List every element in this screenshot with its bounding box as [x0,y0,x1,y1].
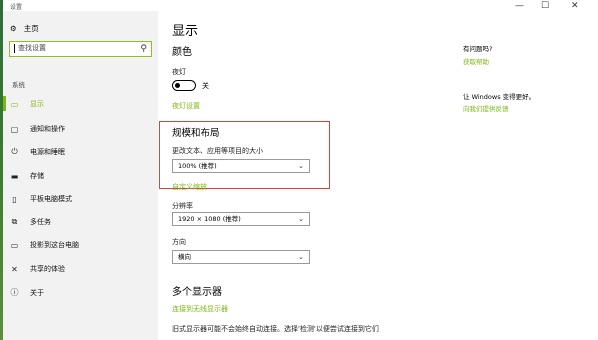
search-icon: ⚲ [140,44,147,54]
scale-dropdown[interactable]: 100% (推荐) ⌄ [172,159,310,173]
resolution-dropdown[interactable]: 1920 × 1080 (推荐) ⌄ [172,212,310,226]
share-icon: ✕ [11,264,18,274]
sidebar-item-label: 多任务 [30,218,51,226]
sidebar-item-storage[interactable]: ▬ 存储 [10,171,44,181]
orientation-dropdown[interactable]: 横向 ⌄ [172,250,310,264]
night-light-toggle[interactable] [172,80,196,91]
storage-icon: ▬ [10,171,19,181]
resolution-value: 1920 × 1080 (推荐) [178,215,241,223]
tablet-icon: ▯ [12,194,17,204]
home-nav-item[interactable]: ⚙ 主页 [10,23,39,34]
home-label: 主页 [23,24,39,33]
sidebar-item-label: 关于 [30,288,44,297]
page-title: 显示 [172,24,199,39]
orientation-label: 方向 [172,238,186,246]
night-light-settings-link[interactable]: 夜灯设置 [172,101,200,111]
sidebar-item-display[interactable]: ▭ 显示 [10,99,44,109]
project-icon: ▭ [10,240,19,250]
sidebar-item-label: 平板电脑模式 [30,195,72,203]
sidebar-item-shared[interactable]: ✕ 共享的体验 [10,264,65,274]
resolution-label: 分辨率 [172,202,193,210]
get-help-link[interactable]: 获取帮助 [463,56,489,66]
monitor-icon: ▭ [10,99,19,109]
chevron-down-icon: ⌄ [298,253,304,261]
scale-value: 100% (推荐) [178,162,217,170]
help-question: 有问题吗? [463,45,493,53]
chevron-down-icon: ⌄ [298,162,304,170]
gear-icon: ⚙ [10,24,17,33]
search-input[interactable]: 查找设置 ⚲ [9,41,152,57]
wireless-display-link[interactable]: 连接到无线显示器 [172,304,228,314]
sidebar-item-label: 存储 [30,172,44,180]
sidebar-item-project[interactable]: ▭ 投影到这台电脑 [10,240,79,250]
orientation-value: 横向 [178,253,191,261]
info-icon: ⓘ [10,288,19,297]
color-heading: 颜色 [172,47,192,58]
sidebar-item-notifications[interactable]: ▢ 通知和操作 [10,124,65,134]
sidebar-item-label: 共享的体验 [30,265,65,273]
sidebar-section-label: 系统 [12,81,25,89]
search-placeholder: 查找设置 [18,44,46,52]
sidebar-item-label: 显示 [30,100,44,108]
night-light-state: 关 [202,82,209,90]
sidebar-item-tablet[interactable]: ▯ 平板电脑模式 [10,194,72,204]
sidebar-item-about[interactable]: ⓘ 关于 [10,287,45,298]
power-icon: ⏻ [11,147,18,156]
legacy-display-note: 旧式显示器可能不会始终自动连接。选择'检测'以便尝试连接到它们 [172,325,379,333]
multi-display-heading: 多个显示器 [172,287,222,298]
chevron-down-icon: ⌄ [298,215,304,223]
sidebar-item-multitask[interactable]: ⧉ 多任务 [10,217,51,227]
sidebar-item-label: 电源和睡眠 [30,148,65,156]
sidebar-item-power[interactable]: ⏻ 电源和睡眠 [10,147,65,157]
sidebar-item-label: 投影到这台电脑 [30,241,79,249]
multitask-icon: ⧉ [11,217,18,226]
improve-windows-text: 让 Windows 变得更好。 [463,93,536,101]
feedback-link[interactable]: 向我们提供反馈 [463,103,509,113]
close-button[interactable]: ✕ [571,1,579,11]
text-cursor [14,44,15,53]
minimize-button[interactable]: — [515,1,524,11]
active-indicator [3,96,6,111]
scale-label: 更改文本、应用等项目的大小 [172,147,263,155]
sidebar-item-label: 通知和操作 [30,125,65,133]
toggle-knob [175,82,180,88]
maximize-button[interactable]: ☐ [541,1,549,11]
night-light-label: 夜灯 [172,68,186,76]
notification-icon: ▢ [10,124,19,134]
scale-heading: 规模和布局 [172,128,220,139]
custom-scale-link[interactable]: 自定义缩放 [172,182,207,192]
window-title: 设置 [10,4,23,11]
